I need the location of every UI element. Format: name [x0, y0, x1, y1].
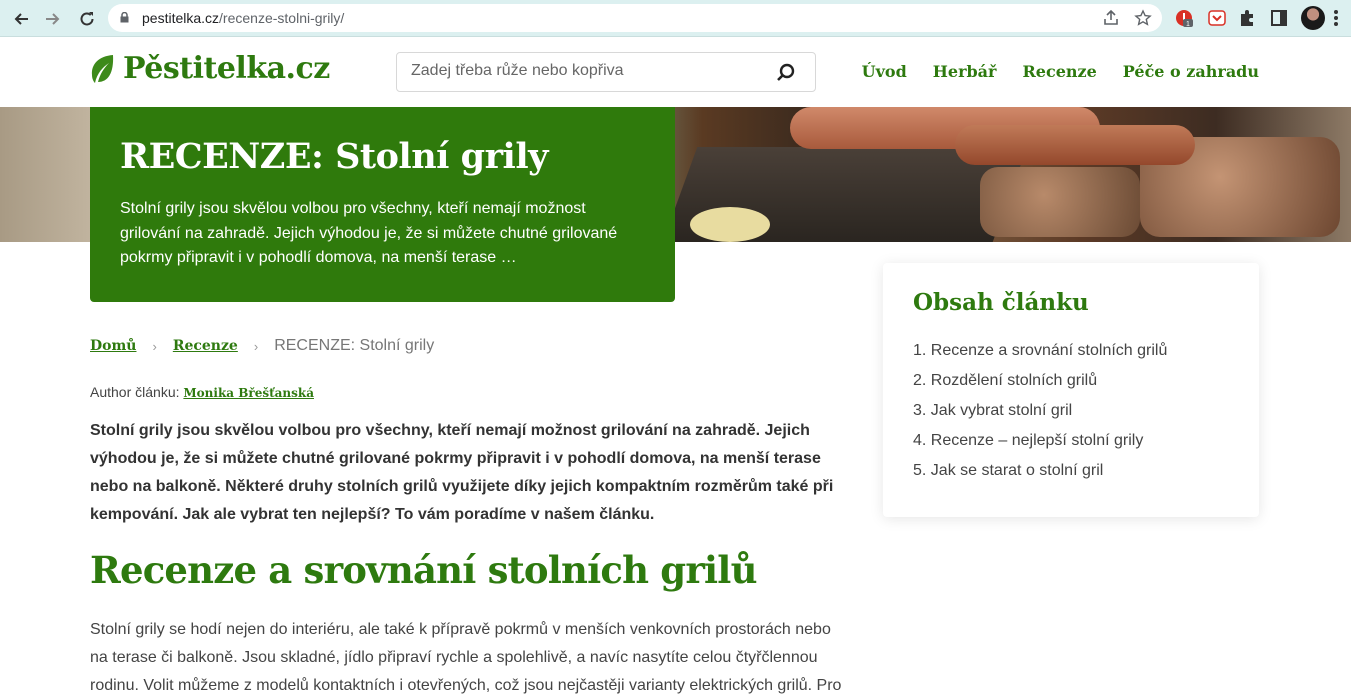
search-box — [396, 52, 816, 92]
share-icon[interactable] — [1102, 9, 1120, 27]
toc-list: 1. Recenze a srovnání stolních grilů 2. … — [913, 336, 1229, 486]
search-input[interactable] — [411, 62, 761, 80]
author-link[interactable]: Monika Břešťanská — [183, 386, 314, 400]
chrome-menu-icon[interactable] — [1334, 10, 1338, 26]
adblock-extension-icon[interactable]: 1 — [1175, 9, 1193, 27]
nav-pece-o-zahradu[interactable]: Péče o zahradu — [1123, 62, 1259, 81]
ext-badge: 1 — [1186, 21, 1190, 27]
author-label: Author článku: — [90, 384, 180, 400]
toc-item[interactable]: 5. Jak se starat o stolní gril — [913, 456, 1229, 486]
url-text: pestitelka.cz/recenze-stolni-grily/ — [142, 10, 344, 26]
article-lead: Stolní grily jsou skvělou volbou pro vše… — [90, 422, 834, 523]
breadcrumb-home[interactable]: Domů — [90, 338, 136, 354]
site-header: Pěstitelka.cz Úvod Herbář Recenze Péče o… — [0, 37, 1351, 107]
breadcrumb-separator-icon: › — [253, 338, 259, 354]
leaf-icon — [91, 54, 114, 83]
main-navigation: Úvod Herbář Recenze Péče o zahradu — [862, 62, 1259, 81]
lock-icon — [120, 12, 129, 23]
url-path: /recenze-stolni-grily/ — [219, 10, 345, 26]
hero-box: RECENZE: Stolní grily Stolní grily jsou … — [90, 107, 675, 302]
author-line: Author článku: Monika Břešťanská — [90, 384, 314, 400]
extensions-puzzle-icon[interactable] — [1238, 9, 1256, 27]
breadcrumb-recenze[interactable]: Recenze — [173, 338, 238, 354]
toc-item[interactable]: 4. Recenze – nejlepší stolní grily — [913, 426, 1229, 456]
browser-toolbar: pestitelka.cz/recenze-stolni-grily/ 1 — [0, 0, 1351, 37]
page-title: RECENZE: Stolní grily — [120, 136, 548, 177]
profile-avatar[interactable] — [1301, 6, 1325, 30]
url-domain: pestitelka.cz — [142, 10, 220, 26]
breadcrumb-current: RECENZE: Stolní grily — [274, 337, 435, 354]
search-icon[interactable] — [775, 62, 797, 84]
logo-text: Pěstitelka.cz — [123, 51, 330, 86]
toc-title: Obsah článku — [913, 289, 1089, 316]
site-logo[interactable]: Pěstitelka.cz — [89, 51, 330, 86]
hero-description: Stolní grily jsou skvělou volbou pro vše… — [120, 200, 618, 266]
side-panel-icon[interactable] — [1270, 9, 1288, 27]
nav-uvod[interactable]: Úvod — [862, 62, 907, 81]
table-of-contents: Obsah článku 1. Recenze a srovnání stoln… — [883, 263, 1259, 517]
back-arrow-icon[interactable] — [10, 8, 32, 30]
article-paragraph: Stolní grily se hodí nejen do interiéru,… — [90, 621, 842, 694]
breadcrumb: Domů › Recenze › RECENZE: Stolní grily — [90, 337, 434, 355]
pocket-extension-icon[interactable] — [1208, 9, 1226, 27]
toc-item[interactable]: 2. Rozdělení stolních grilů — [913, 366, 1229, 396]
address-bar[interactable]: pestitelka.cz/recenze-stolni-grily/ — [108, 4, 1162, 32]
forward-arrow-icon[interactable] — [42, 8, 64, 30]
section-heading: Recenze a srovnání stolních grilů — [90, 548, 757, 592]
breadcrumb-separator-icon: › — [152, 338, 157, 354]
bookmark-star-icon[interactable] — [1134, 9, 1152, 27]
toc-item[interactable]: 1. Recenze a srovnání stolních grilů — [913, 336, 1229, 366]
toc-item[interactable]: 3. Jak vybrat stolní gril — [913, 396, 1229, 426]
reload-icon[interactable] — [76, 8, 98, 30]
nav-herbar[interactable]: Herbář — [933, 62, 997, 81]
nav-recenze[interactable]: Recenze — [1022, 62, 1096, 81]
